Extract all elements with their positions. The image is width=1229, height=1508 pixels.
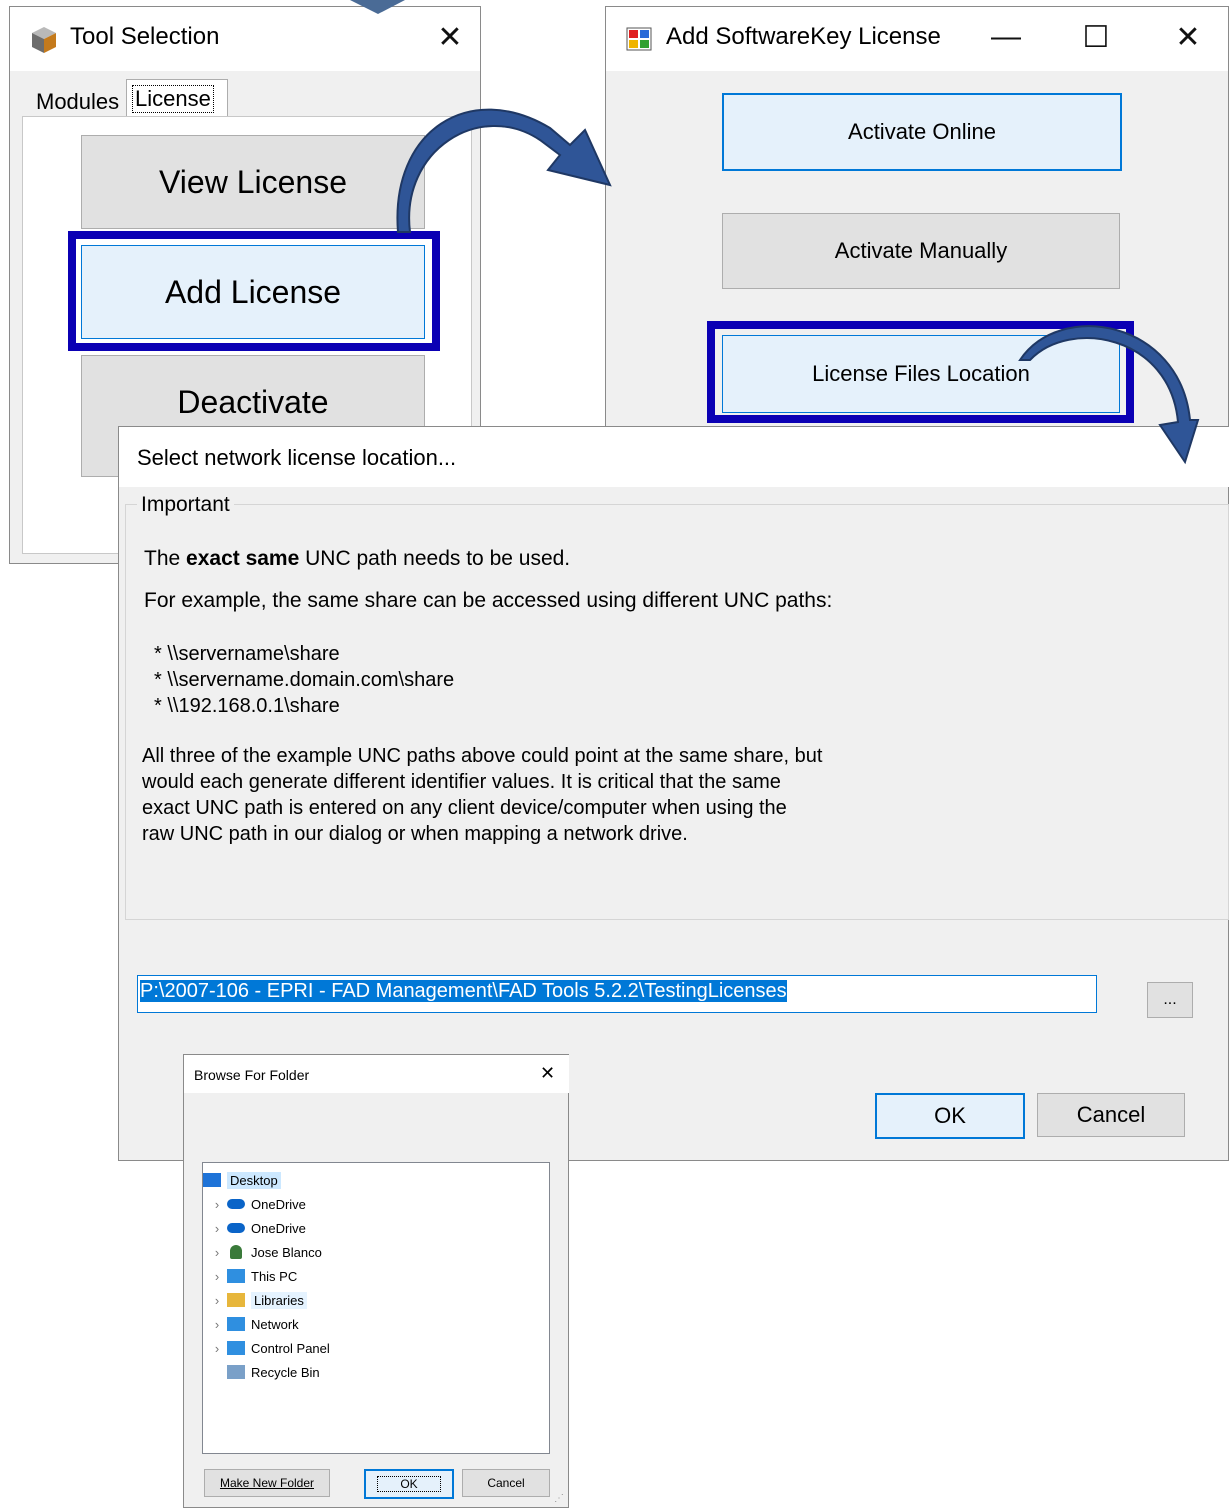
arrow-to-add-softwarekey [396, 108, 612, 233]
arrow-to-network-dialog [1018, 325, 1200, 465]
flow-arrows [350, 0, 1200, 465]
top-edge-arrow-fragment [350, 0, 405, 14]
